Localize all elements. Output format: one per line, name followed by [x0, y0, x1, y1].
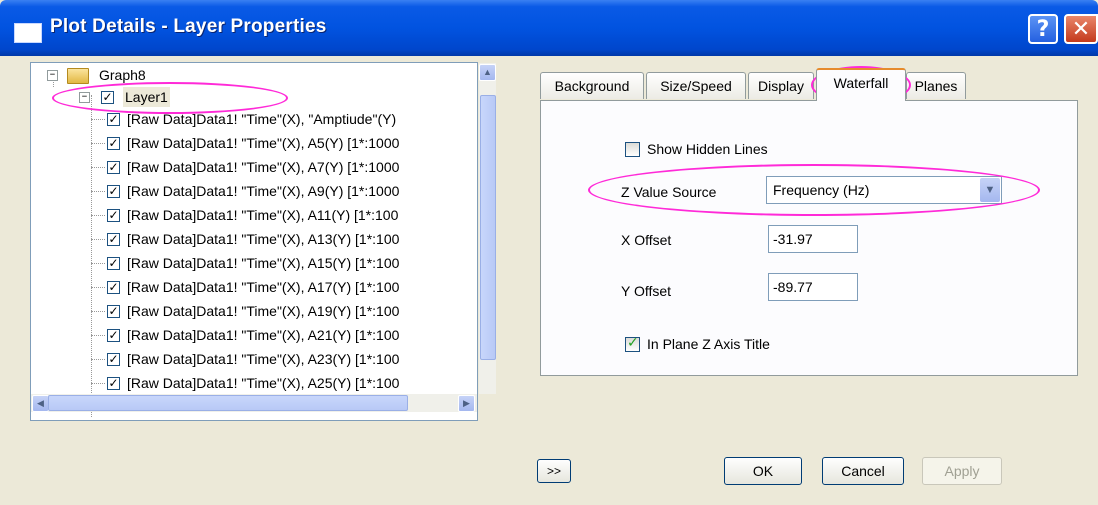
expand-button[interactable]: >>	[537, 459, 571, 483]
scroll-up-icon[interactable]: ▲	[479, 64, 496, 81]
tree-item-checkbox[interactable]: ✓	[107, 280, 120, 294]
show-hidden-lines-checkbox[interactable]	[625, 142, 640, 157]
tree-item-checkbox[interactable]: ✓	[107, 256, 120, 270]
tree-connector	[91, 263, 105, 264]
x-offset-input[interactable]: -31.97	[768, 225, 858, 253]
tree-item-label: [Raw Data]Data1! "Time"(X), A23(Y) [1*:1…	[127, 351, 400, 367]
apply-button[interactable]: Apply	[922, 457, 1002, 485]
tree-connector	[91, 287, 105, 288]
tree-connector	[91, 215, 105, 216]
tree-connector	[91, 119, 105, 120]
tree-item-label: [Raw Data]Data1! "Time"(X), A9(Y) [1*:10…	[127, 183, 400, 199]
tab-size-speed[interactable]: Size/Speed	[646, 72, 746, 99]
tab-display[interactable]: Display	[748, 72, 814, 99]
plot-details-dialog: Plot Details - Layer Properties ? ✕ − Gr…	[0, 0, 1098, 505]
vertical-scroll-thumb[interactable]	[480, 95, 496, 360]
horizontal-scroll-thumb[interactable]	[48, 395, 408, 411]
tab-waterfall[interactable]: Waterfall	[816, 68, 906, 101]
plot-tree[interactable]: − Graph8 − ✓ Layer1 ✓ [Raw Data]Data1! "T…	[30, 62, 478, 421]
tree-item-checkbox[interactable]: ✓	[107, 112, 120, 126]
tree-item-label: [Raw Data]Data1! "Time"(X), A21(Y) [1*:1…	[127, 327, 400, 343]
tree-item-checkbox[interactable]: ✓	[107, 232, 120, 246]
tree-item-label: [Raw Data]Data1! "Time"(X), A5(Y) [1*:10…	[127, 135, 400, 151]
help-button[interactable]: ?	[1028, 14, 1058, 44]
cancel-button[interactable]: Cancel	[822, 457, 904, 485]
tree-connector	[91, 191, 105, 192]
ok-button[interactable]: OK	[724, 457, 802, 485]
tree-connector	[91, 143, 105, 144]
tab-planes[interactable]: Planes	[906, 72, 966, 99]
in-plane-z-axis-title-checkbox[interactable]	[625, 335, 640, 352]
tree-item-label: [Raw Data]Data1! "Time"(X), A19(Y) [1*:1…	[127, 303, 400, 319]
tree-item-label: [Raw Data]Data1! "Time"(X), A15(Y) [1*:1…	[127, 255, 400, 271]
y-offset-label: Y Offset	[621, 283, 672, 299]
window-title: Plot Details - Layer Properties	[50, 16, 327, 37]
tree-item-checkbox[interactable]: ✓	[107, 328, 120, 342]
tree-item-checkbox[interactable]: ✓	[107, 304, 120, 318]
tree-item-checkbox[interactable]: ✓	[107, 160, 120, 174]
tree-item-checkbox[interactable]: ✓	[107, 208, 120, 222]
close-button[interactable]: ✕	[1064, 14, 1098, 44]
tree-connector	[91, 239, 105, 240]
tree-connector	[91, 335, 105, 336]
window-icon	[14, 23, 42, 43]
annotation-ellipse-z-value-source	[588, 164, 1040, 216]
tree-item-checkbox[interactable]: ✓	[107, 376, 120, 390]
annotation-ellipse-layer1	[52, 82, 288, 114]
tree-item-label: [Raw Data]Data1! "Time"(X), A7(Y) [1*:10…	[127, 159, 400, 175]
folder-icon	[67, 68, 89, 84]
tree-item-label: [Raw Data]Data1! "Time"(X), A11(Y) [1*:1…	[127, 207, 399, 223]
tree-item-checkbox[interactable]: ✓	[107, 352, 120, 366]
tree-item-checkbox[interactable]: ✓	[107, 184, 120, 198]
tree-connector	[91, 359, 105, 360]
tree-connector	[91, 383, 105, 384]
collapse-graph8-icon[interactable]: −	[47, 70, 58, 81]
title-bar[interactable]: Plot Details - Layer Properties ? ✕	[0, 0, 1098, 56]
tree-item-label: [Raw Data]Data1! "Time"(X), A25(Y) [1*:1…	[127, 375, 400, 391]
tree-item-label: [Raw Data]Data1! "Time"(X), A13(Y) [1*:1…	[127, 231, 400, 247]
tab-background[interactable]: Background	[540, 72, 644, 99]
tree-connector	[91, 167, 105, 168]
tree-connector	[91, 311, 105, 312]
in-plane-z-axis-title-label: In Plane Z Axis Title	[647, 336, 770, 352]
show-hidden-lines-label: Show Hidden Lines	[647, 141, 768, 157]
x-offset-label: X Offset	[621, 232, 672, 248]
tree-item-checkbox[interactable]: ✓	[107, 136, 120, 150]
scroll-left-icon[interactable]: ◀	[32, 395, 49, 412]
y-offset-input[interactable]: -89.77	[768, 273, 858, 301]
scroll-right-icon[interactable]: ▶	[458, 395, 475, 412]
tree-item-label: [Raw Data]Data1! "Time"(X), A17(Y) [1*:1…	[127, 279, 400, 295]
